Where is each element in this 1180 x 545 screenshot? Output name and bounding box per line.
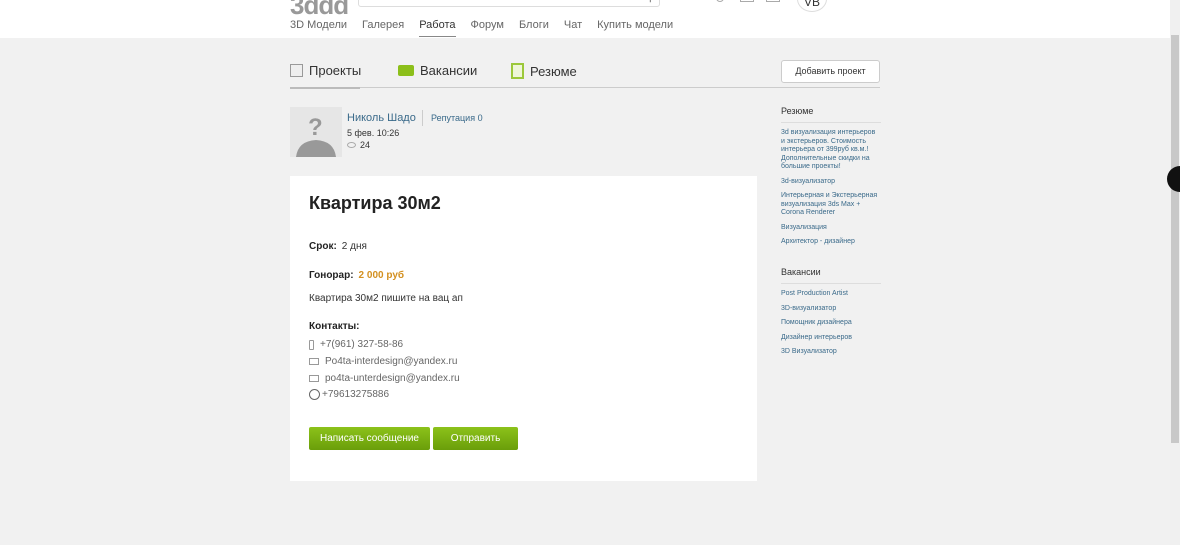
messages-icon[interactable] [740, 0, 754, 2]
nav-buy-models[interactable]: Купить модели [597, 19, 673, 37]
view-count: 24 [347, 140, 370, 150]
user-placeholder-icon: ? [296, 114, 336, 157]
post-date: 5 фев. 10:26 [347, 128, 400, 138]
views-value: 24 [360, 140, 371, 150]
nav-work[interactable]: Работа [419, 19, 456, 37]
tab-vacancies-label: Вакансии [420, 63, 478, 78]
vacancy-link[interactable]: 3D-визуализатор [781, 305, 881, 314]
author-avatar[interactable]: ? [290, 107, 342, 157]
fee-label: Гонорар: [309, 270, 354, 281]
scrollbar-thumb[interactable] [1171, 35, 1179, 443]
sidebar-vacancies-heading: Вакансии [781, 267, 881, 284]
vacancy-link[interactable]: Post Production Artist [781, 290, 881, 299]
site-logo[interactable]: 3ddd [290, 0, 349, 21]
favorites-icon[interactable] [716, 0, 724, 2]
project-description: Квартира 30м2 пишите на вац ап [309, 293, 463, 304]
write-message-button[interactable]: Написать сообщение [309, 427, 430, 450]
resume-link[interactable]: 3d-визуализатор [781, 178, 881, 187]
resume-link[interactable]: Визуализация [781, 224, 881, 233]
contact-whatsapp: +79613275886 [309, 389, 389, 400]
floating-toggle-button[interactable] [1167, 166, 1180, 192]
sidebar-resume-heading: Резюме [781, 106, 881, 123]
search-input[interactable]: ⚲ [358, 0, 660, 7]
contact-email-1: Po4ta-interdesign@yandex.ru [309, 356, 457, 367]
svg-text:?: ? [308, 114, 323, 141]
whatsapp-value: +79613275886 [322, 389, 390, 400]
sidebar-vacancies: Вакансии Post Production Artist 3D-визуа… [781, 267, 881, 363]
author-reputation[interactable]: Репутация 0 [422, 110, 483, 126]
main-nav: 3D Модели Галерея Работа Форум Блоги Чат… [290, 19, 688, 37]
nav-blogs[interactable]: Блоги [519, 19, 549, 37]
contacts-label: Контакты: [309, 321, 360, 332]
contact-phone: +7(961) 327-58-86 [309, 339, 403, 350]
tab-projects[interactable]: Проекты [290, 63, 362, 89]
image-icon [290, 64, 303, 77]
sidebar-resume: Резюме 3d визуализация интерьеров и экст… [781, 106, 881, 253]
term-row: Срок: 2 дня [309, 241, 367, 252]
tab-vacancies[interactable]: Вакансии [398, 63, 477, 78]
email1-value[interactable]: Po4ta-interdesign@yandex.ru [325, 356, 457, 367]
fee-value: 2 000 руб [358, 270, 405, 281]
phone-icon [309, 339, 314, 350]
vacancy-link[interactable]: Дизайнер интерьеров [781, 334, 881, 343]
nav-3d-models[interactable]: 3D Модели [290, 19, 347, 37]
mail-icon [309, 358, 319, 365]
briefcase-icon [398, 65, 414, 76]
send-button[interactable]: Отправить [433, 427, 518, 450]
author-name[interactable]: Николь Шадо [347, 112, 416, 124]
email2-value[interactable]: po4ta-unterdesign@yandex.ru [325, 373, 460, 384]
nav-gallery[interactable]: Галерея [362, 19, 404, 37]
tab-projects-label: Проекты [309, 63, 362, 78]
resume-link[interactable]: 3d визуализация интерьеров и экстерьеров… [781, 129, 881, 172]
user-avatar[interactable]: VB [797, 0, 827, 12]
phone-value: +7(961) 327-58-86 [320, 339, 404, 350]
term-value: 2 дня [341, 241, 367, 252]
tab-resume[interactable]: Резюме [511, 63, 577, 79]
nav-forum[interactable]: Форум [471, 19, 504, 37]
resume-link[interactable]: Интерьерная и Экстерьерная визуализация … [781, 192, 881, 218]
contact-email-2: po4ta-unterdesign@yandex.ru [309, 373, 460, 384]
fee-row: Гонорар: 2 000 руб [309, 270, 404, 281]
whatsapp-icon [309, 389, 320, 400]
term-label: Срок: [309, 241, 337, 252]
search-icon[interactable]: ⚲ [647, 0, 654, 4]
nav-chat[interactable]: Чат [564, 19, 582, 37]
tab-resume-label: Резюме [530, 63, 577, 79]
eye-icon [347, 142, 356, 148]
vacancy-link[interactable]: Помощник дизайнера [781, 319, 881, 328]
mail-icon [309, 375, 319, 382]
site-header: 3ddd ⚲ VB 3D Модели Галерея Работа Форум… [0, 0, 1170, 38]
project-card: Квартира 30м2 Срок: 2 дня Гонорар: 2 000 р… [290, 176, 757, 481]
scrollbar[interactable] [1170, 0, 1180, 545]
add-project-button[interactable]: Добавить проект [781, 60, 880, 83]
vacancy-link[interactable]: 3D Визуализатор [781, 348, 881, 357]
project-title: Квартира 30м2 [309, 193, 441, 213]
resume-link[interactable]: Архитектор - дизайнер [781, 238, 881, 247]
clipboard-icon [511, 63, 524, 79]
notifications-icon[interactable] [766, 0, 780, 2]
